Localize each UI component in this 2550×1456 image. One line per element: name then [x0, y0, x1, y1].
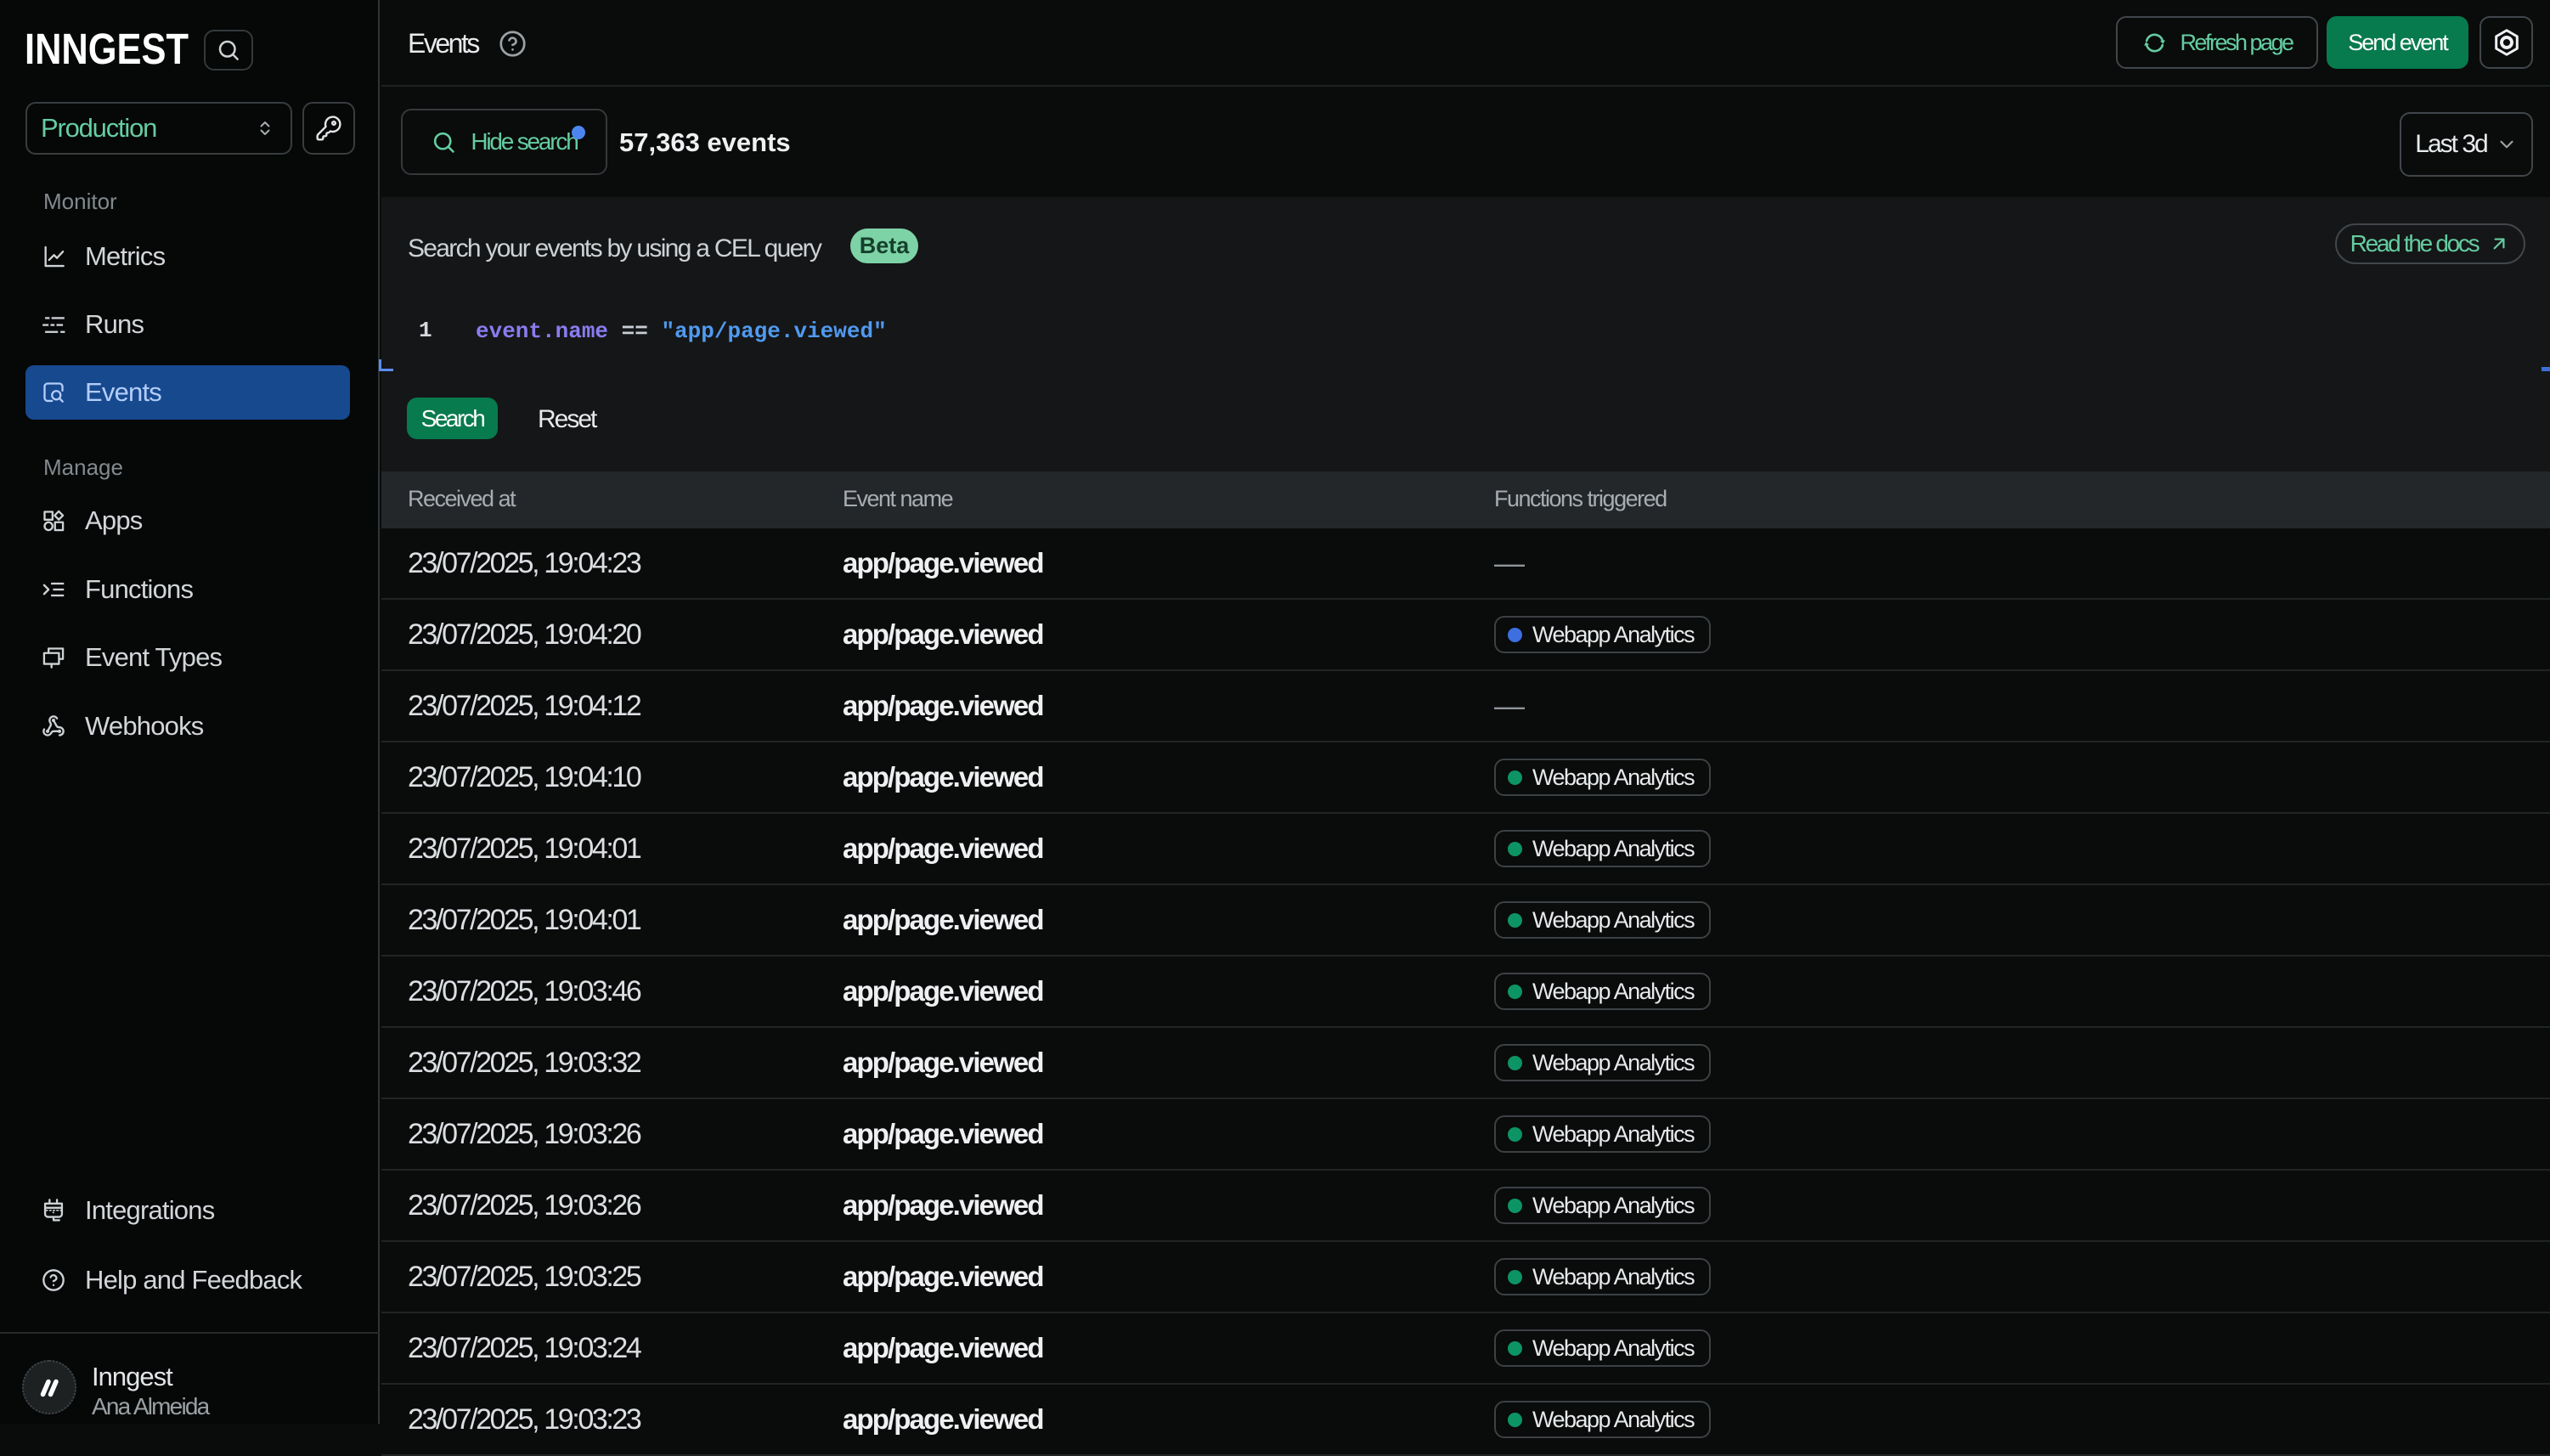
svg-text:INNGEST: INNGEST: [25, 28, 189, 71]
